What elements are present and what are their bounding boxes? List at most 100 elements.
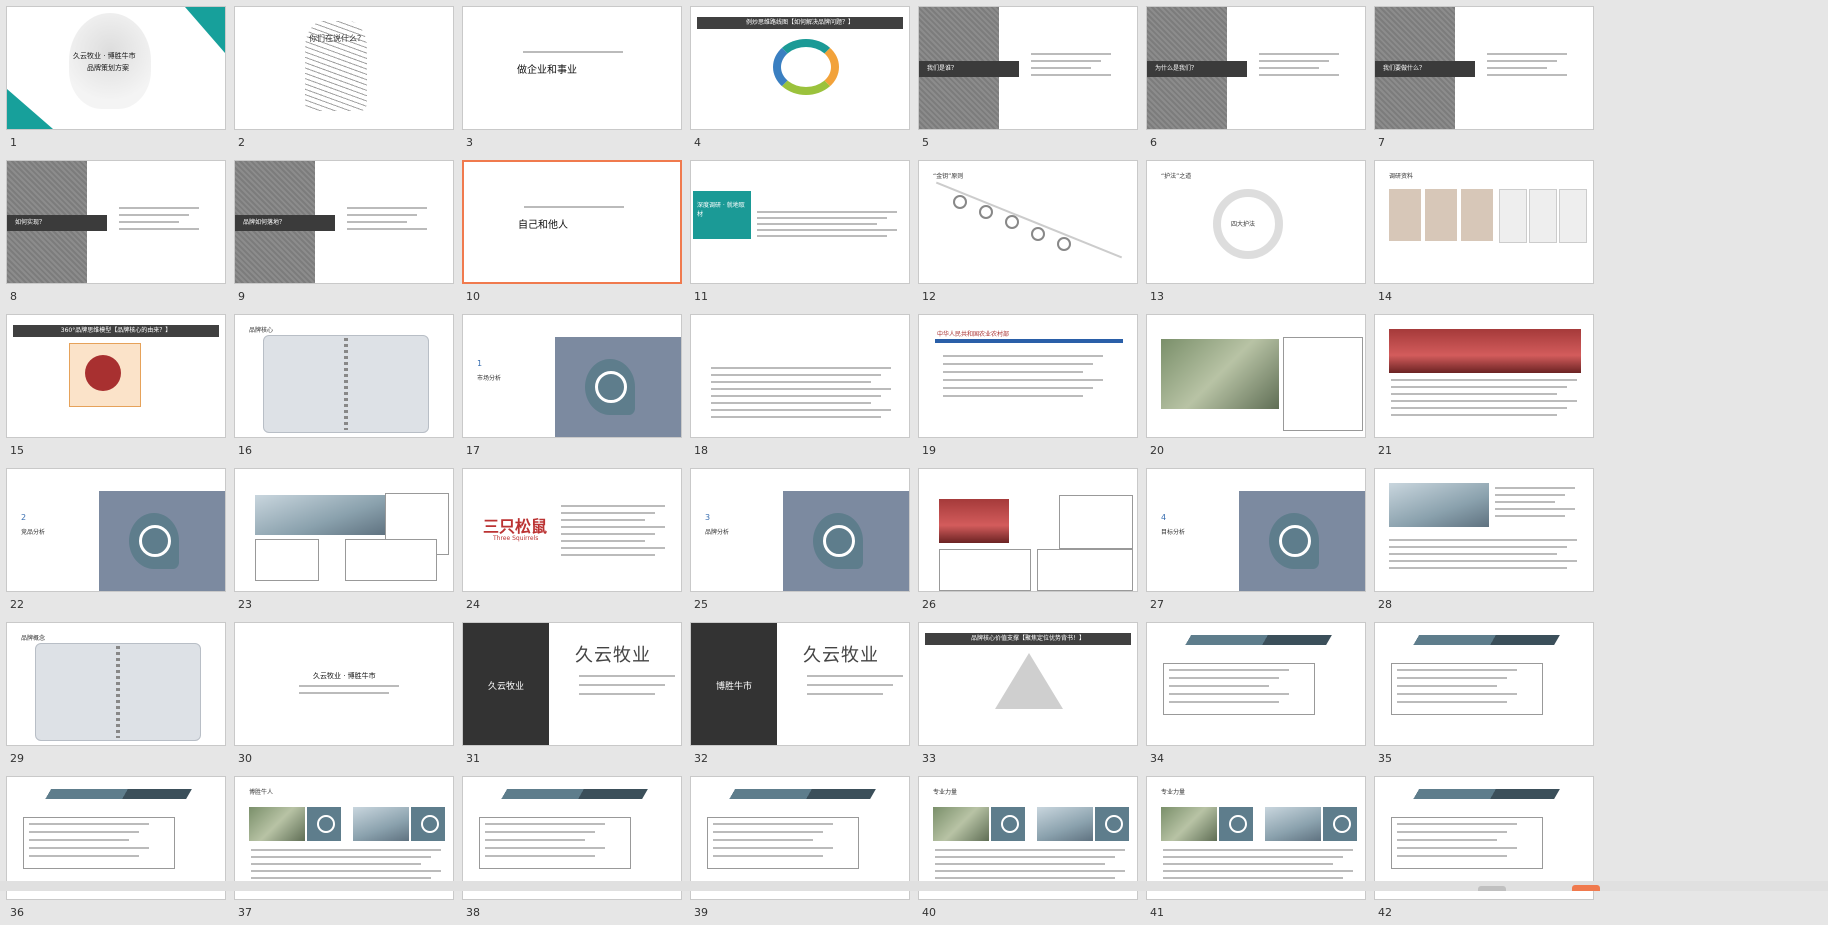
slide-thumbnail[interactable]: 2 竞品分析 22 [1, 463, 226, 617]
slide-thumbnail[interactable]: 你们在说什么？ 2 [229, 1, 454, 155]
text-line [1391, 386, 1567, 388]
slide-thumbnail[interactable]: 品牌如何落地？ 9 [229, 155, 454, 309]
slide-thumbnail[interactable]: 品牌核心价值支撑【聚焦定位优势背书！】 33 [913, 617, 1138, 771]
slide-thumbnail[interactable]: 34 [1141, 617, 1366, 771]
slide-preview[interactable]: “金钥”原则 [918, 160, 1138, 284]
slide-thumbnail[interactable]: 我们要做什么？ 7 [1369, 1, 1594, 155]
slide-thumbnail[interactable]: 自己和他人 10 [457, 155, 682, 309]
slide-preview[interactable]: 深度调研 · 就地取材 [690, 160, 910, 284]
slide-number: 37 [238, 906, 252, 919]
slide-thumbnail[interactable]: 例炒思维路线图【如何解决品牌问题？】 4 [685, 1, 910, 155]
text-line [757, 211, 897, 213]
slide-preview[interactable]: 360°品牌思维模型【品牌核心的由来？】 [6, 314, 226, 438]
slide-thumbnail[interactable]: 博胜牛人 37 [229, 771, 454, 925]
slide-thumbnail[interactable]: 3 品牌分析 25 [685, 463, 910, 617]
slide-thumbnail[interactable]: 39 [685, 771, 910, 925]
slide-thumbnail[interactable]: 博胜牛市 久云牧业 32 [685, 617, 910, 771]
slide-thumbnail[interactable]: 18 [685, 309, 910, 463]
section-index: 2 [21, 513, 27, 522]
slide-preview[interactable]: 自己和他人 [462, 160, 682, 284]
slide-thumbnail[interactable]: 20 [1141, 309, 1366, 463]
slide-preview[interactable]: 中华人民共和国农业农村部 [918, 314, 1138, 438]
slide-thumbnail[interactable]: 42 [1369, 771, 1594, 925]
slide-thumbnail[interactable]: 调研资料 14 [1369, 155, 1594, 309]
slide-number: 39 [694, 906, 708, 919]
slide-preview[interactable] [1146, 622, 1366, 746]
slide-preview[interactable]: 调研资料 [1374, 160, 1594, 284]
teal-corner [7, 89, 53, 129]
notebook-graphic [263, 335, 429, 433]
slide-thumbnail[interactable]: 久云牧业 久云牧业 31 [457, 617, 682, 771]
slide-thumbnail[interactable]: 36 [1, 771, 226, 925]
landscape-photo [1161, 339, 1279, 409]
slide-thumbnail[interactable]: 专业力量 41 [1141, 771, 1366, 925]
slide-preview[interactable]: 久云牧业 久云牧业 [462, 622, 682, 746]
slide-preview[interactable]: 我们要做什么？ [1374, 6, 1594, 130]
slide-thumbnail[interactable]: 4 目标分析 27 [1141, 463, 1366, 617]
slide-preview[interactable] [234, 468, 454, 592]
slide-preview[interactable] [690, 314, 910, 438]
slide-preview[interactable]: 我们是谁？ [918, 6, 1138, 130]
compass-icon [585, 359, 635, 415]
text-line [1031, 60, 1101, 62]
slide-thumbnail[interactable]: 久云牧业 · 博胜牛市 品牌策划方案 1 [1, 1, 226, 155]
slide-preview[interactable]: 品牌如何落地？ [234, 160, 454, 284]
slide-thumbnail[interactable]: 如何实现？ 8 [1, 155, 226, 309]
slide-preview[interactable] [1146, 314, 1366, 438]
slide-preview[interactable]: 4 目标分析 [1146, 468, 1366, 592]
slide-thumbnail[interactable]: 为什么是我们？ 6 [1141, 1, 1366, 155]
slide-preview[interactable]: 如何实现？ [6, 160, 226, 284]
slide-preview[interactable] [1374, 468, 1594, 592]
text-line [711, 367, 891, 369]
slide-thumbnail[interactable]: 做企业和事业 3 [457, 1, 682, 155]
slide-thumbnail[interactable]: 专业力量 40 [913, 771, 1138, 925]
header-photo [255, 495, 385, 535]
slide-thumbnail[interactable]: 360°品牌思维模型【品牌核心的由来？】 15 [1, 309, 226, 463]
slide-preview[interactable] [918, 468, 1138, 592]
view-button[interactable] [1478, 886, 1506, 891]
slide-preview[interactable] [1374, 622, 1594, 746]
slide-thumbnail[interactable]: 28 [1369, 463, 1594, 617]
slide-thumbnail[interactable]: 26 [913, 463, 1138, 617]
slide-sorter-view-button[interactable] [1572, 885, 1600, 891]
slide-preview[interactable]: 例炒思维路线图【如何解决品牌问题？】 [690, 6, 910, 130]
slide-preview[interactable]: 2 竞品分析 [6, 468, 226, 592]
slide-preview[interactable]: 品牌核心 [234, 314, 454, 438]
slide-thumbnail[interactable]: 中华人民共和国农业农村部 19 [913, 309, 1138, 463]
slide-preview[interactable]: 3 品牌分析 [690, 468, 910, 592]
slide-thumbnail[interactable]: 23 [229, 463, 454, 617]
slide-number: 21 [1378, 444, 1392, 457]
slide-thumbnail[interactable]: 品牌核心 16 [229, 309, 454, 463]
slide-preview[interactable] [1374, 314, 1594, 438]
slide-preview[interactable]: 做企业和事业 [462, 6, 682, 130]
slide-thumbnail[interactable]: 深度调研 · 就地取材 11 [685, 155, 910, 309]
slide-preview[interactable]: 1 市场分析 [462, 314, 682, 438]
document-scan [1559, 189, 1587, 243]
slide-preview[interactable]: 三只松鼠 Three Squirrels [462, 468, 682, 592]
slide-thumbnail[interactable]: 21 [1369, 309, 1594, 463]
slide-preview[interactable]: “护法”之道 四大护法 [1146, 160, 1366, 284]
slide-thumbnail[interactable]: “金钥”原则 12 [913, 155, 1138, 309]
slide-thumbnail[interactable]: “护法”之道 四大护法 13 [1141, 155, 1366, 309]
text-line [1163, 849, 1353, 851]
slide-thumbnail[interactable]: 38 [457, 771, 682, 925]
step-node [1031, 227, 1045, 241]
slide-thumbnail[interactable]: 三只松鼠 Three Squirrels 24 [457, 463, 682, 617]
slide-thumbnail[interactable]: 品牌概念 29 [1, 617, 226, 771]
slide-preview[interactable]: 博胜牛市 久云牧业 [690, 622, 910, 746]
slide-preview[interactable]: 你们在说什么？ [234, 6, 454, 130]
text-line [119, 228, 199, 230]
slide-preview[interactable]: 久云牧业 · 博胜牛市 [234, 622, 454, 746]
slide-thumbnail[interactable]: 我们是谁？ 5 [913, 1, 1138, 155]
slide-number: 40 [922, 906, 936, 919]
slide-preview[interactable]: 久云牧业 · 博胜牛市 品牌策划方案 [6, 6, 226, 130]
text-line [579, 675, 675, 677]
slide-preview[interactable]: 为什么是我们？ [1146, 6, 1366, 130]
slide-preview[interactable]: 品牌核心价值支撑【聚焦定位优势背书！】 [918, 622, 1138, 746]
slide-preview[interactable]: 品牌概念 [6, 622, 226, 746]
slide-thumbnail[interactable]: 1 市场分析 17 [457, 309, 682, 463]
slide-thumbnail[interactable]: 久云牧业 · 博胜牛市 30 [229, 617, 454, 771]
slide-thumbnail[interactable]: 35 [1369, 617, 1594, 771]
text-line [299, 685, 399, 687]
text-line [1391, 393, 1557, 395]
